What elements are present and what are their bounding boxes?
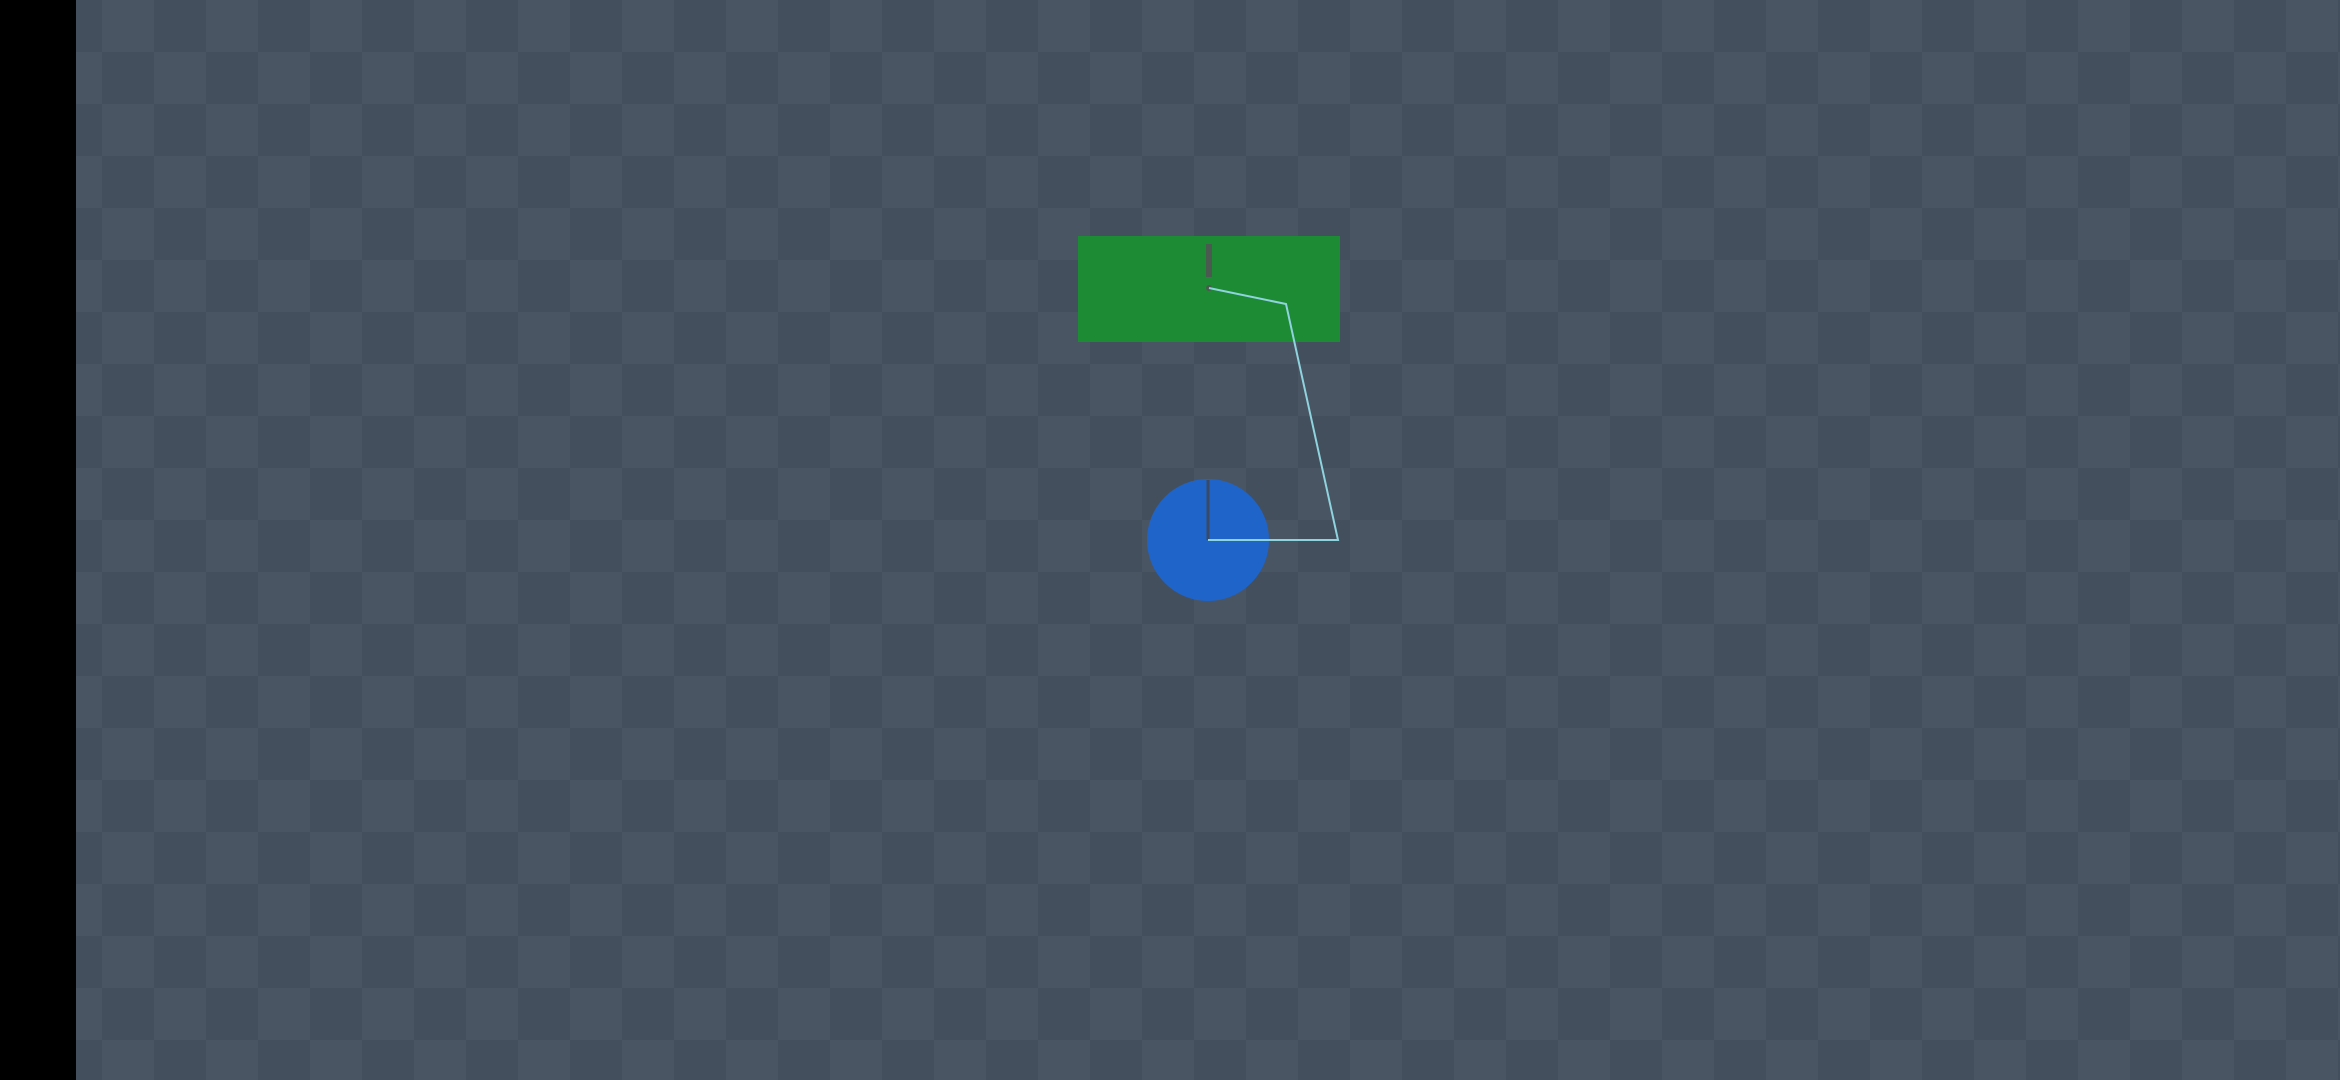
system-navigation-bar (0, 0, 76, 1080)
physics-canvas[interactable] (76, 0, 2340, 1080)
physics-viewport[interactable] (76, 0, 2340, 1080)
platform-anchor-marker (1206, 244, 1212, 277)
game-screen (0, 0, 2340, 1080)
